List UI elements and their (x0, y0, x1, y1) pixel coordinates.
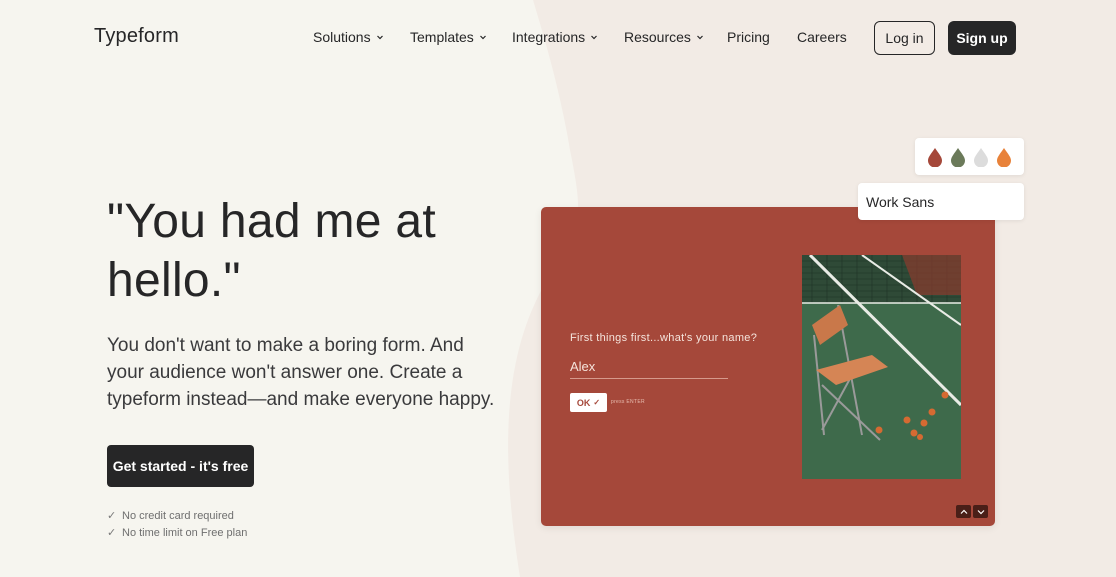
check-icon: ✓ (107, 527, 117, 539)
nav-item-label: Resources (624, 29, 691, 45)
nav-item-label: Careers (797, 29, 847, 45)
nav-item-label: Integrations (512, 29, 586, 45)
chevron-down-icon (589, 32, 599, 42)
question-label: First things first...what's your name? (570, 332, 758, 344)
nav-item-templates[interactable]: Templates (410, 29, 488, 45)
nav-item-resources[interactable]: Resources (624, 29, 705, 45)
next-question-button[interactable] (973, 505, 988, 518)
signup-button[interactable]: Sign up (948, 21, 1016, 55)
login-button[interactable]: Log in (874, 21, 935, 55)
nav-item-pricing[interactable]: Pricing (727, 29, 770, 45)
color-drop-icon[interactable] (927, 147, 943, 167)
hero-subtitle: You don't want to make a boring form. An… (107, 335, 495, 410)
chevron-down-icon (695, 32, 705, 42)
hero-headline: "You had me at hello." (107, 192, 527, 310)
chevron-down-icon (375, 32, 385, 42)
check-icon: ✓ (107, 510, 117, 522)
benefits-list: ✓ No credit card required ✓ No time limi… (107, 507, 247, 541)
nav-item-careers[interactable]: Careers (797, 29, 847, 45)
ok-label: OK (576, 397, 591, 408)
previous-question-button[interactable] (956, 505, 971, 518)
benefit-text: No credit card required (122, 509, 234, 522)
benefit-item: ✓ No credit card required (107, 507, 247, 524)
font-selector[interactable]: Work Sans (858, 183, 1024, 220)
color-drop-icon[interactable] (973, 147, 989, 167)
form-preview: First things first...what's your name? A… (541, 207, 995, 526)
ok-button[interactable]: OK ✓ (570, 393, 607, 412)
get-started-button[interactable]: Get started - it's free (107, 445, 254, 487)
headline-line-2: hello." (107, 254, 241, 307)
chevron-down-icon (977, 509, 984, 514)
nav-item-label: Templates (410, 29, 474, 45)
logo[interactable]: Typeform (94, 25, 179, 48)
nav-item-solutions[interactable]: Solutions (313, 29, 385, 45)
benefit-text: No time limit on Free plan (122, 526, 248, 539)
press-enter-hint: press ENTER (611, 399, 645, 405)
color-palette (915, 138, 1024, 175)
check-icon: ✓ (593, 398, 601, 407)
nav-item-integrations[interactable]: Integrations (512, 29, 599, 45)
chair-photo (802, 255, 961, 479)
color-drop-icon[interactable] (996, 147, 1012, 167)
nav-item-label: Pricing (727, 29, 770, 45)
answer-input[interactable]: Alex (570, 359, 728, 379)
nav-item-label: Solutions (313, 29, 371, 45)
question-nav (956, 505, 988, 518)
site-header: Typeform Solutions Templates Integration… (0, 0, 1116, 76)
chevron-up-icon (960, 509, 967, 514)
benefit-item: ✓ No time limit on Free plan (107, 524, 247, 541)
color-drop-icon[interactable] (950, 147, 966, 167)
headline-line-1: "You had me at (107, 195, 437, 248)
chevron-down-icon (478, 32, 488, 42)
